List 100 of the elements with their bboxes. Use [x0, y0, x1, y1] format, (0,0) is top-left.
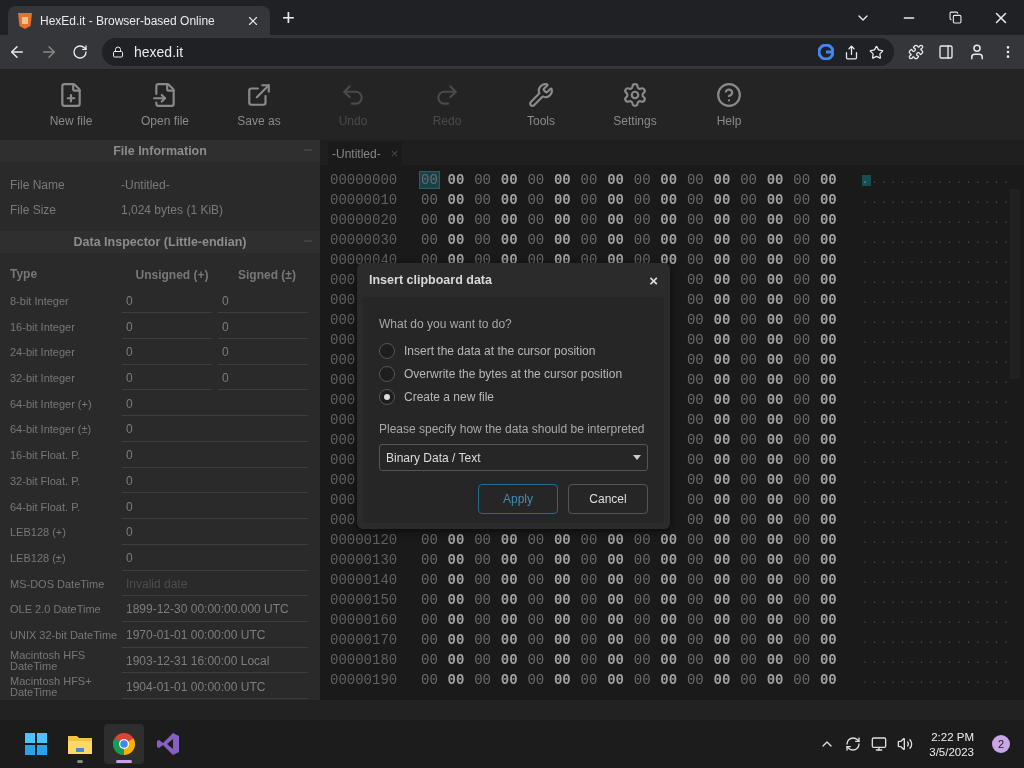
hex-byte[interactable]: 00 [791, 351, 813, 369]
hex-byte[interactable]: 00 [711, 551, 733, 569]
hex-byte[interactable]: 00 [817, 351, 839, 369]
hex-byte[interactable]: 00 [472, 231, 493, 249]
hex-byte[interactable]: 00 [791, 671, 813, 689]
hex-byte[interactable]: 00 [764, 411, 786, 429]
hex-byte[interactable]: 00 [791, 271, 813, 289]
hex-byte[interactable]: 00 [738, 371, 759, 389]
hex-byte[interactable]: 00 [764, 591, 786, 609]
hex-byte[interactable]: 00 [684, 351, 706, 369]
hex-byte[interactable]: 00 [445, 191, 467, 209]
forward-icon[interactable] [40, 43, 58, 61]
hex-byte[interactable]: 00 [578, 631, 600, 649]
hex-byte[interactable]: 00 [605, 631, 626, 649]
hex-byte[interactable]: 00 [738, 291, 759, 309]
value-field[interactable]: 0 [122, 469, 308, 494]
value-field[interactable]: 0 [122, 520, 308, 545]
hex-byte[interactable]: 00 [817, 591, 839, 609]
hex-byte[interactable]: 00 [419, 231, 440, 249]
value-field[interactable]: 0 [218, 315, 308, 340]
network-icon[interactable] [871, 736, 888, 752]
hex-byte[interactable]: 00 [764, 191, 786, 209]
hex-byte[interactable]: 00 [419, 591, 440, 609]
hex-byte[interactable]: 00 [764, 511, 786, 529]
hex-byte[interactable]: 00 [764, 651, 786, 669]
hex-byte[interactable]: 00 [817, 471, 839, 489]
hex-byte[interactable]: 00 [684, 651, 706, 669]
hex-byte[interactable]: 00 [658, 231, 680, 249]
hex-byte[interactable]: 00 [605, 211, 626, 229]
hex-byte[interactable]: 00 [764, 231, 786, 249]
hex-byte[interactable]: 00 [605, 651, 626, 669]
hex-byte[interactable]: 00 [791, 511, 813, 529]
hex-byte[interactable]: 00 [791, 431, 813, 449]
hex-byte[interactable]: 00 [711, 491, 733, 509]
value-field[interactable]: 0 [218, 289, 308, 314]
hex-byte[interactable]: 00 [738, 251, 759, 269]
hex-byte[interactable]: 00 [817, 511, 839, 529]
file-tab[interactable]: -Untitled- × [328, 142, 403, 165]
hex-byte[interactable]: 00 [711, 571, 733, 589]
hex-byte[interactable]: 00 [791, 251, 813, 269]
hex-byte[interactable]: 00 [684, 331, 706, 349]
hex-byte[interactable]: 00 [472, 611, 493, 629]
new-tab-button[interactable]: + [282, 5, 295, 31]
hex-byte[interactable]: 00 [791, 191, 813, 209]
hex-byte[interactable]: 00 [472, 671, 493, 689]
hex-byte[interactable]: 00 [445, 531, 467, 549]
value-field[interactable]: 1970-01-01 00:00:00 UTC [122, 623, 308, 648]
hex-byte[interactable]: 00 [658, 191, 680, 209]
star-icon[interactable] [869, 44, 884, 60]
hex-byte[interactable]: 00 [445, 671, 467, 689]
value-field[interactable]: 0 [218, 340, 308, 365]
hex-byte[interactable]: 00 [419, 651, 440, 669]
hex-byte[interactable]: 00 [631, 671, 653, 689]
hex-byte[interactable]: 00 [711, 171, 733, 189]
hex-byte[interactable]: 00 [791, 551, 813, 569]
hex-byte[interactable]: 00 [738, 651, 759, 669]
hex-byte[interactable]: 00 [738, 631, 759, 649]
hex-byte[interactable]: 00 [658, 631, 680, 649]
hex-byte[interactable]: 00 [764, 171, 786, 189]
hex-byte[interactable]: 00 [525, 551, 547, 569]
hex-byte[interactable]: 00 [738, 391, 759, 409]
toolbar-button[interactable]: Help [682, 70, 776, 140]
hex-byte[interactable]: 00 [711, 371, 733, 389]
hex-byte[interactable]: 00 [711, 251, 733, 269]
hex-byte[interactable]: 00 [764, 551, 786, 569]
section-header[interactable]: Data Inspector (Little-endian) [0, 231, 320, 253]
hex-byte[interactable]: 00 [791, 291, 813, 309]
hex-byte[interactable]: 00 [684, 191, 706, 209]
hex-byte[interactable]: 00 [472, 191, 493, 209]
hex-byte[interactable]: 00 [711, 591, 733, 609]
hex-byte[interactable]: 00 [419, 171, 440, 189]
hex-byte[interactable]: 00 [525, 211, 547, 229]
hex-byte[interactable]: 00 [551, 591, 573, 609]
hex-byte[interactable]: 00 [817, 171, 839, 189]
hex-byte[interactable]: 00 [525, 671, 547, 689]
radio-label[interactable]: Create a new file [404, 389, 495, 404]
hex-byte[interactable]: 00 [764, 671, 786, 689]
toolbar-button[interactable]: New file [24, 70, 118, 140]
hex-byte[interactable]: 00 [791, 371, 813, 389]
hex-byte[interactable]: 00 [419, 571, 440, 589]
hex-byte[interactable]: 00 [658, 651, 680, 669]
hex-byte[interactable]: 00 [525, 231, 547, 249]
hex-byte[interactable]: 00 [498, 571, 520, 589]
hex-byte[interactable]: 00 [684, 411, 706, 429]
value-field[interactable]: 0 [122, 366, 212, 391]
radio-button[interactable] [379, 342, 395, 359]
hex-byte[interactable]: 00 [791, 311, 813, 329]
hex-byte[interactable]: 00 [791, 231, 813, 249]
hex-byte[interactable]: 00 [658, 671, 680, 689]
hex-byte[interactable]: 00 [684, 591, 706, 609]
hex-byte[interactable]: 00 [738, 411, 759, 429]
hex-byte[interactable]: 00 [738, 191, 759, 209]
hex-byte[interactable]: 00 [658, 211, 680, 229]
hex-byte[interactable]: 00 [791, 451, 813, 469]
hex-byte[interactable]: 00 [764, 531, 786, 549]
hex-byte[interactable]: 00 [711, 431, 733, 449]
toolbar-button[interactable]: Tools [494, 70, 588, 140]
hex-byte[interactable]: 00 [684, 451, 706, 469]
hex-byte[interactable]: 00 [791, 171, 813, 189]
hex-byte[interactable]: 00 [658, 531, 680, 549]
